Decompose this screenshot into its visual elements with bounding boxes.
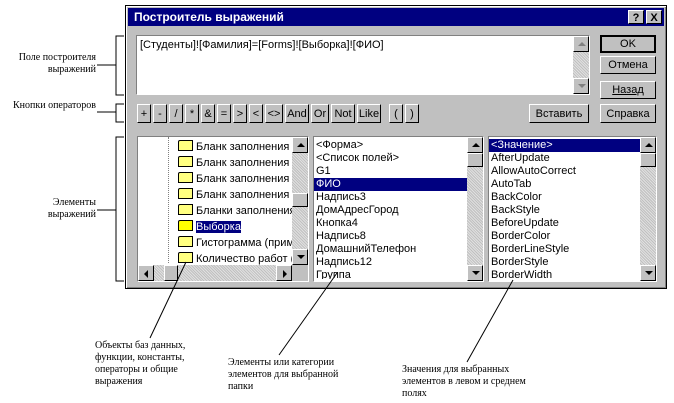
annotation-elements: Элементы выражений: [47, 197, 96, 220]
annotation-values: Значения для выбранных элементов в левом…: [402, 364, 526, 399]
annotation-categories: Элементы или категории элементов для выб…: [228, 357, 339, 392]
annotation-field: Поле построителя выражений: [18, 52, 96, 75]
annotation-objects: Объекты баз данных, функции, константы, …: [95, 340, 186, 387]
annotation-operators: Кнопки операторов: [12, 100, 96, 111]
